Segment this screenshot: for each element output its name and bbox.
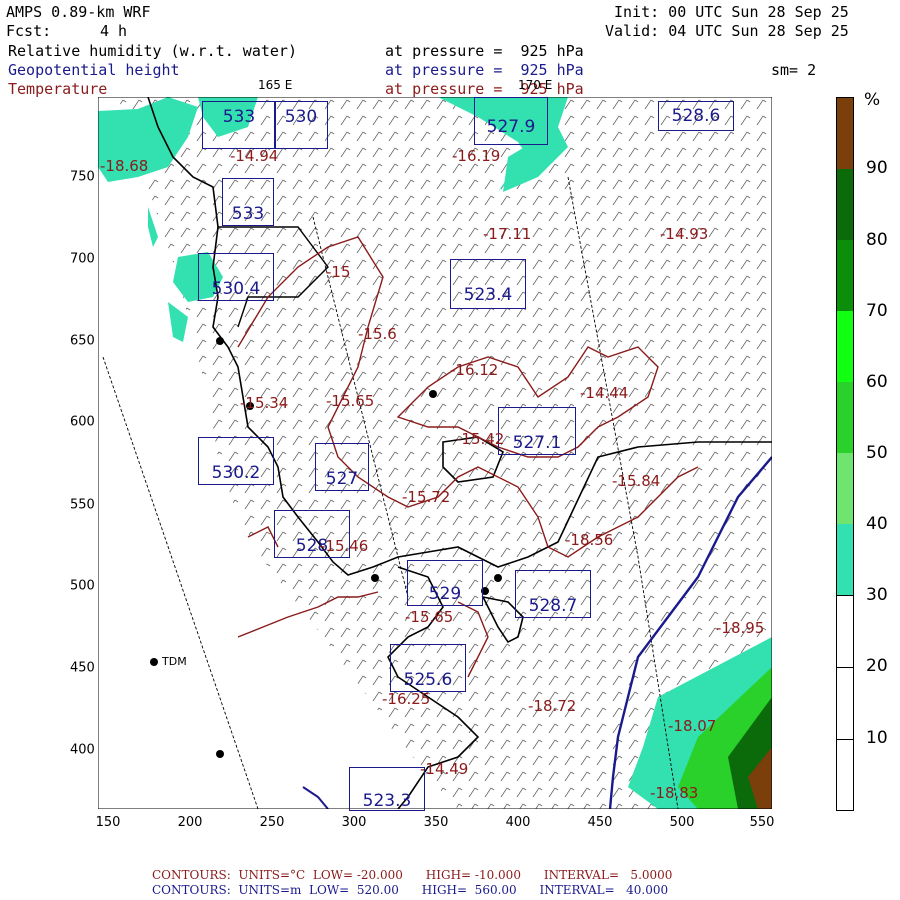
x-tick-label: 350: [423, 815, 449, 830]
field-rh-level: at pressure = 925 hPa: [385, 42, 584, 60]
temp-label: -16.12: [450, 361, 499, 379]
colorbar-segment: [837, 240, 853, 311]
colorbar-segment: [837, 453, 853, 524]
height-label: 530.4: [198, 253, 274, 301]
y-tick-label: 550: [70, 497, 95, 513]
valid-time: Valid: 04 UTC Sun 28 Sep 25: [605, 22, 849, 40]
x-tick-label: 250: [259, 815, 285, 830]
field-temp-name: Temperature: [8, 80, 108, 98]
field-rh-name: Relative humidity (w.r.t. water): [8, 42, 297, 60]
station-dot: [216, 750, 224, 758]
station-label: TDM: [162, 655, 187, 668]
y-tick-label: 700: [70, 251, 95, 267]
colorbar-label: 30: [866, 585, 888, 605]
temp-label: -15.72: [402, 488, 451, 506]
fcst-label: Fcst:: [6, 22, 52, 40]
colorbar-segment: [837, 382, 853, 453]
station-dot: [371, 574, 379, 582]
colorbar-label: 90: [866, 158, 888, 178]
y-tick-label: 400: [70, 742, 95, 758]
height-label: 527.1: [498, 407, 576, 455]
height-label: 529: [407, 560, 483, 606]
footer-temp-contours: CONTOURS: UNITS=°C LOW= -20.000 HIGH= -1…: [152, 868, 673, 882]
smoothing-label: sm= 2: [771, 61, 817, 79]
temp-label: -17.11: [483, 225, 532, 243]
colorbar-segment: [837, 311, 853, 382]
colorbar-segment: [837, 739, 853, 810]
model-title: AMPS 0.89-km WRF: [6, 3, 151, 21]
height-label: 533: [202, 101, 276, 149]
station-dot: [150, 658, 158, 666]
temp-label: -14.44: [580, 384, 629, 402]
temp-label: -18.72: [528, 697, 577, 715]
x-tick-label: 300: [341, 815, 367, 830]
height-label: 528.7: [515, 570, 591, 618]
colorbar-unit: %: [864, 90, 881, 110]
height-label: 528.6: [658, 101, 734, 131]
field-height-level: at pressure = 925 hPa: [385, 61, 584, 79]
colorbar-label: 80: [866, 230, 888, 250]
colorbar-segment: [837, 595, 853, 667]
temp-label: -15.46: [320, 537, 369, 555]
temp-label: -18.83: [650, 784, 699, 802]
x-tick-label: 200: [177, 815, 203, 830]
colorbar-segment: [837, 524, 853, 595]
init-time: Init: 00 UTC Sun 28 Sep 25: [614, 3, 849, 21]
height-label: 530.2: [198, 437, 274, 485]
lon-label-170e: 170 E: [518, 78, 553, 92]
station-dot: [429, 390, 437, 398]
height-label: 523.4: [450, 259, 526, 309]
temp-label: -15.34: [240, 394, 289, 412]
colorbar-label: 10: [866, 728, 888, 748]
y-tick-label: 650: [70, 333, 95, 349]
temp-label: -16.25: [382, 690, 431, 708]
colorbar-segment: [837, 667, 853, 739]
y-tick-label: 600: [70, 414, 95, 430]
height-label: 527: [315, 443, 369, 491]
temp-label: -15: [326, 263, 351, 281]
temp-label: -14.93: [660, 225, 709, 243]
colorbar-label: 70: [866, 301, 888, 321]
height-label: 523.3: [349, 767, 425, 811]
x-tick-label: 400: [505, 815, 531, 830]
x-tick-label: 150: [95, 815, 121, 830]
colorbar-label: 50: [866, 443, 888, 463]
temp-label: -18.95: [716, 619, 765, 637]
temp-label: -18.56: [565, 531, 614, 549]
temp-label: -14.49: [420, 760, 469, 778]
temp-label: -15.42: [456, 430, 505, 448]
colorbar-label: 20: [866, 656, 888, 676]
temp-label: -15.65: [326, 392, 375, 410]
height-label: 527.9: [474, 97, 548, 145]
colorbar-label: 60: [866, 372, 888, 392]
y-tick-label: 750: [70, 169, 95, 185]
colorbar-label: 40: [866, 514, 888, 534]
fcst-value: 4 h: [100, 22, 128, 40]
height-label: 525.6: [390, 644, 466, 692]
y-tick-label: 500: [70, 578, 95, 594]
temp-label: -16.19: [452, 147, 501, 165]
temp-label: -15.65: [405, 608, 454, 626]
temp-label: -15.6: [358, 325, 397, 343]
x-tick-label: 500: [669, 815, 695, 830]
x-tick-label: 550: [749, 815, 775, 830]
footer-height-contours: CONTOURS: UNITS=m LOW= 520.00 HIGH= 560.…: [152, 883, 669, 897]
temp-label: -15.84: [612, 472, 661, 490]
colorbar-segment: [837, 98, 853, 169]
field-temp-level: at pressure = 925 hPa: [385, 80, 584, 98]
y-tick-label: 450: [70, 660, 95, 676]
field-height-name: Geopotential height: [8, 61, 180, 79]
height-label: 533: [222, 178, 274, 226]
station-dot: [216, 337, 224, 345]
temp-label: -18.68: [100, 157, 149, 175]
lon-label-165e: 165 E: [258, 78, 293, 92]
temp-label: -14.94: [230, 147, 279, 165]
temp-label: -18.07: [668, 717, 717, 735]
height-label: 530: [274, 101, 328, 149]
colorbar-segment: [837, 169, 853, 240]
station-dot: [494, 574, 502, 582]
x-tick-label: 450: [587, 815, 613, 830]
colorbar: [836, 97, 854, 811]
